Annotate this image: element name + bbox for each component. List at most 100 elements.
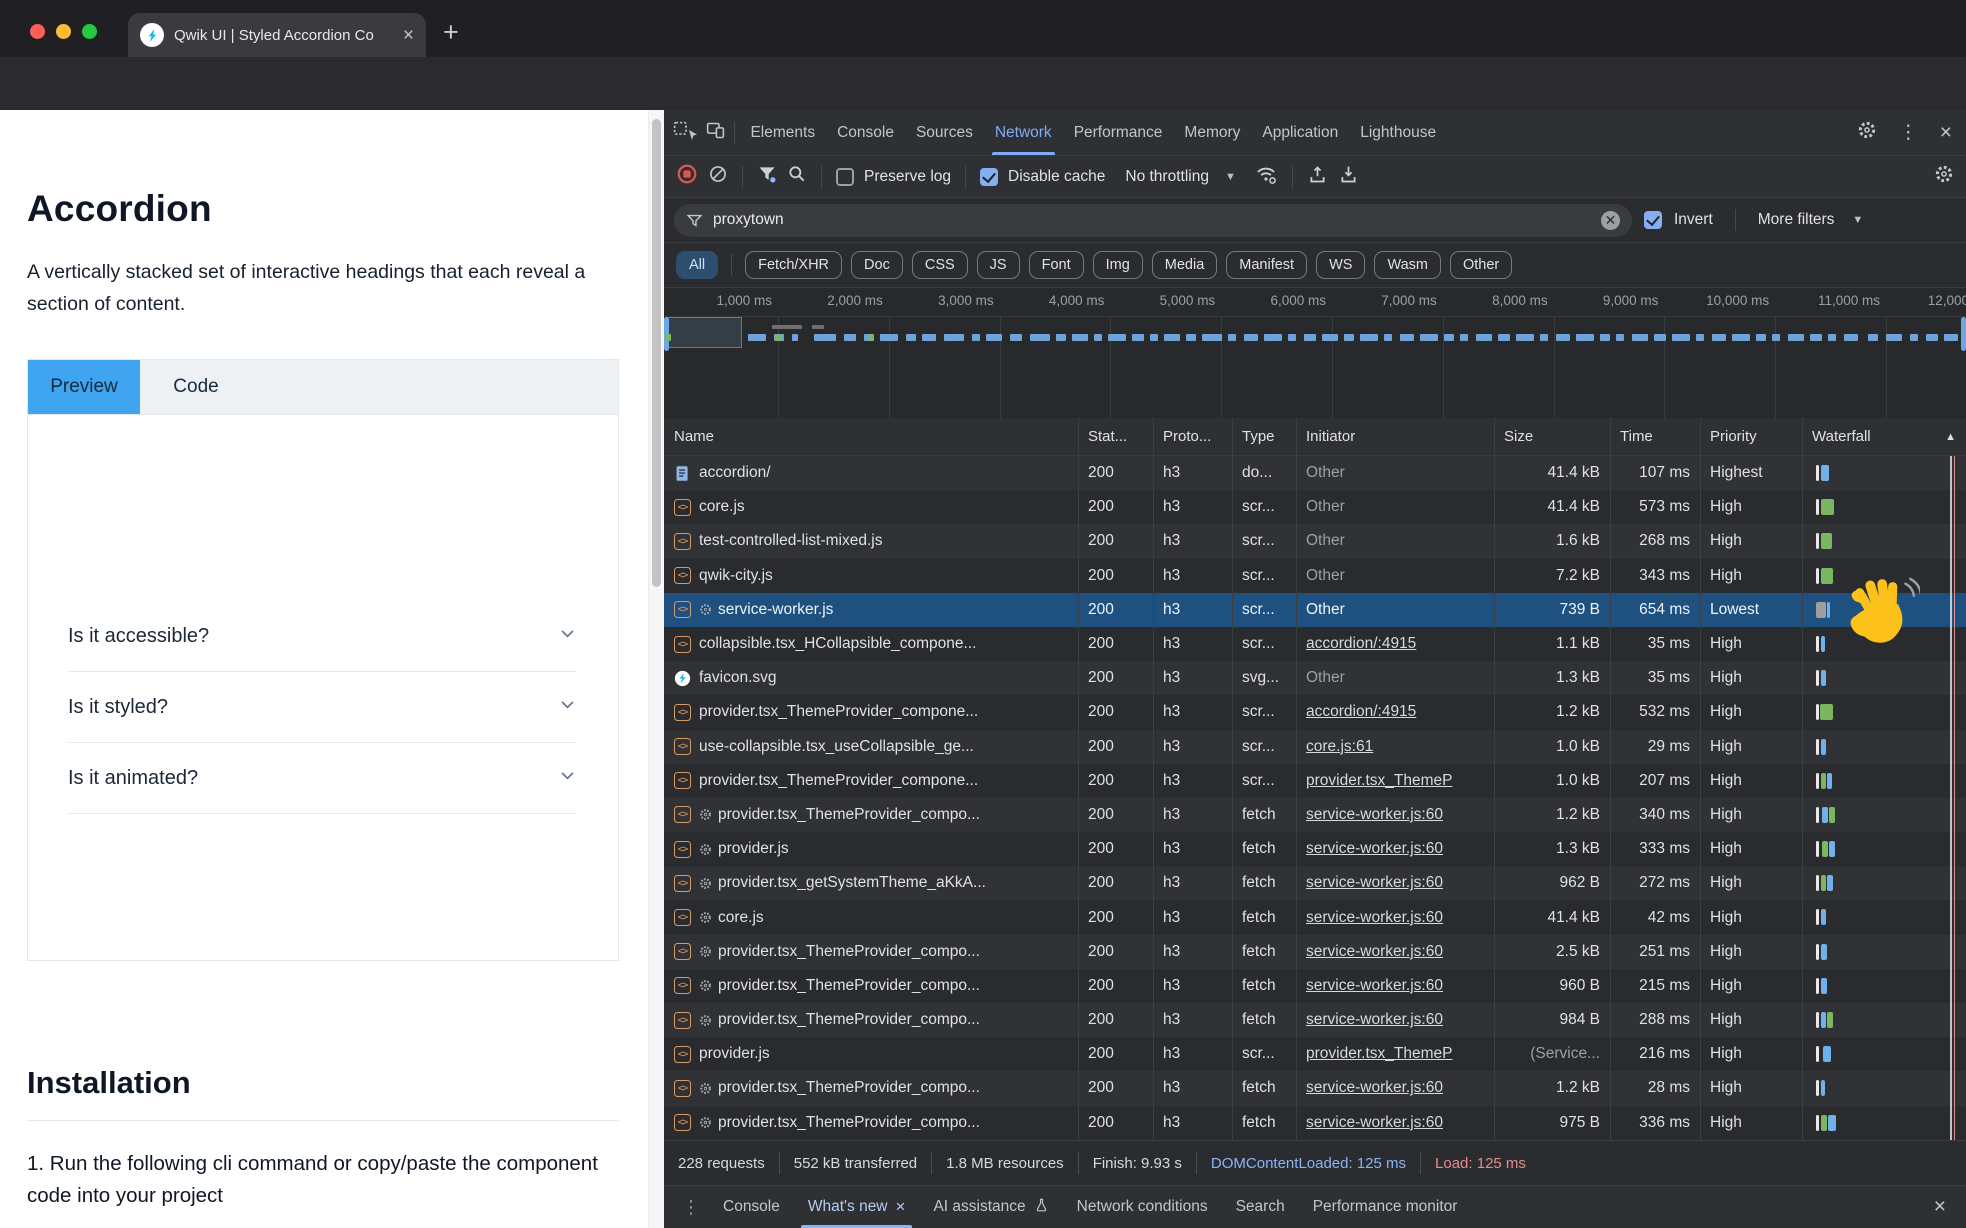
disable-cache-checkbox[interactable] [980, 168, 998, 186]
network-request-row[interactable]: <>provider.tsx_ThemeProvider_compo...200… [664, 798, 1966, 832]
drawer-tab-network-conditions[interactable]: Network conditions [1064, 1186, 1221, 1228]
timeline-overview[interactable] [664, 316, 1966, 420]
preserve-log-checkbox[interactable] [836, 168, 854, 186]
drawer-tab-close-icon[interactable]: × [896, 1197, 906, 1217]
devtools-settings-gear-icon[interactable] [1857, 120, 1877, 145]
network-request-row[interactable]: <>provider.js200h3fetchservice-worker.js… [664, 832, 1966, 866]
export-har-icon[interactable] [1338, 164, 1359, 190]
throttling-caret-icon[interactable]: ▼ [1225, 171, 1236, 183]
drawer-close-icon[interactable]: × [1924, 1195, 1956, 1219]
network-request-row[interactable]: <>provider.tsx_ThemeProvider_compo...200… [664, 969, 1966, 1003]
request-initiator-cell-text[interactable]: service-worker.js:60 [1306, 1079, 1443, 1097]
tab-close-icon[interactable]: × [403, 26, 414, 45]
column-header-time[interactable]: Time [1610, 418, 1700, 455]
network-request-row[interactable]: <>provider.js200h3scr...provider.tsx_The… [664, 1037, 1966, 1071]
filter-input-value[interactable]: proxytown [713, 211, 1591, 229]
network-request-row[interactable]: <>provider.tsx_ThemeProvider_compone...2… [664, 764, 1966, 798]
network-request-row[interactable]: <>provider.tsx_ThemeProvider_compo...200… [664, 1071, 1966, 1105]
request-initiator-cell-text[interactable]: service-worker.js:60 [1306, 943, 1443, 961]
overview-handle-right[interactable] [1961, 317, 1966, 351]
drawer-tab-what-s-new[interactable]: What's new× [795, 1186, 919, 1228]
page-scrollbar-thumb[interactable] [652, 119, 661, 587]
invert-label[interactable]: Invert [1674, 211, 1713, 229]
network-request-row[interactable]: <>collapsible.tsx_HCollapsible_compone..… [664, 627, 1966, 661]
devtools-tab-memory[interactable]: Memory [1173, 110, 1251, 155]
type-chip-manifest[interactable]: Manifest [1226, 251, 1307, 279]
tab-code[interactable]: Code [140, 360, 252, 414]
type-chip-wasm[interactable]: Wasm [1374, 251, 1441, 279]
filter-input[interactable]: proxytown ✕ [674, 204, 1632, 237]
network-request-row[interactable]: <>service-worker.js200h3scr...Other739 B… [664, 593, 1966, 627]
throttling-select[interactable]: No throttling [1125, 168, 1209, 186]
type-chip-ws[interactable]: WS [1316, 251, 1365, 279]
network-request-row[interactable]: <>provider.tsx_ThemeProvider_compo...200… [664, 935, 1966, 969]
drawer-tab-performance-monitor[interactable]: Performance monitor [1300, 1186, 1471, 1228]
filter-clear-icon[interactable]: ✕ [1601, 211, 1620, 230]
drawer-tab-console[interactable]: Console [710, 1186, 793, 1228]
drawer-tab-search[interactable]: Search [1223, 1186, 1298, 1228]
network-settings-gear-icon[interactable] [1934, 164, 1954, 189]
devtools-tab-performance[interactable]: Performance [1063, 110, 1174, 155]
network-request-row[interactable]: <>provider.tsx_ThemeProvider_compone...2… [664, 695, 1966, 729]
search-icon[interactable] [787, 164, 807, 189]
request-initiator-cell-text[interactable]: provider.tsx_ThemeP [1306, 772, 1452, 790]
request-initiator-cell-text[interactable]: core.js:61 [1306, 738, 1373, 756]
import-har-icon[interactable] [1307, 164, 1328, 190]
column-header-size[interactable]: Size [1494, 418, 1610, 455]
column-header-waterfall[interactable]: Waterfall▲ [1802, 418, 1966, 455]
device-toolbar-icon[interactable] [705, 120, 726, 146]
network-request-row[interactable]: <>test-controlled-list-mixed.js200h3scr.… [664, 524, 1966, 558]
network-request-row[interactable]: <>core.js200h3fetchservice-worker.js:604… [664, 900, 1966, 934]
record-network-log-icon[interactable] [676, 163, 698, 190]
drawer-kebab-icon[interactable]: ⋮ [674, 1197, 708, 1218]
request-initiator-cell-text[interactable]: accordion/:4915 [1306, 635, 1416, 653]
devtools-close-icon[interactable]: × [1940, 121, 1952, 145]
more-filters-button[interactable]: More filters [1758, 211, 1835, 229]
accordion-item-is-it-animated[interactable]: Is it animated? [68, 743, 576, 814]
network-request-row[interactable]: <>provider.tsx_getSystemTheme_aKkA...200… [664, 866, 1966, 900]
devtools-tab-console[interactable]: Console [826, 110, 905, 155]
accordion-item-is-it-styled[interactable]: Is it styled? [68, 672, 576, 743]
devtools-tab-elements[interactable]: Elements [739, 110, 826, 155]
window-close-button[interactable] [30, 24, 45, 39]
invert-checkbox[interactable] [1644, 211, 1662, 229]
request-initiator-cell-text[interactable]: service-worker.js:60 [1306, 874, 1443, 892]
window-minimize-button[interactable] [56, 24, 71, 39]
network-request-row[interactable]: <>provider.tsx_ThemeProvider_compo...200… [664, 1106, 1966, 1140]
tab-preview[interactable]: Preview [28, 360, 140, 414]
devtools-kebab-icon[interactable]: ⋮ [1891, 121, 1926, 144]
request-initiator-cell-text[interactable]: accordion/:4915 [1306, 703, 1416, 721]
type-chip-font[interactable]: Font [1029, 251, 1084, 279]
request-initiator-cell-text[interactable]: provider.tsx_ThemeP [1306, 1045, 1452, 1063]
column-header-initiator[interactable]: Initiator [1296, 418, 1494, 455]
devtools-tab-network[interactable]: Network [984, 110, 1063, 155]
drawer-tab-ai-assistance[interactable]: AI assistance [920, 1186, 1061, 1228]
column-header-name[interactable]: Name [664, 418, 1078, 455]
accordion-item-is-it-accessible[interactable]: Is it accessible? [68, 601, 576, 672]
network-request-row[interactable]: <>qwik-city.js200h3scr...Other7.2 kB343 … [664, 559, 1966, 593]
type-chip-media[interactable]: Media [1152, 251, 1218, 279]
more-filters-caret-icon[interactable]: ▼ [1852, 214, 1863, 226]
clear-network-log-icon[interactable] [708, 164, 728, 189]
type-chip-js[interactable]: JS [977, 251, 1020, 279]
window-zoom-button[interactable] [82, 24, 97, 39]
devtools-tab-sources[interactable]: Sources [905, 110, 984, 155]
column-header-type[interactable]: Type [1232, 418, 1296, 455]
network-conditions-icon[interactable] [1254, 162, 1278, 191]
type-chip-fetch-xhr[interactable]: Fetch/XHR [745, 251, 842, 279]
column-header-priority[interactable]: Priority [1700, 418, 1802, 455]
preserve-log-label[interactable]: Preserve log [864, 168, 951, 186]
column-header-stat[interactable]: Stat... [1078, 418, 1153, 455]
overview-selection[interactable] [666, 317, 742, 348]
type-chip-other[interactable]: Other [1450, 251, 1512, 279]
filter-funnel-icon[interactable] [757, 164, 777, 189]
request-initiator-cell-text[interactable]: service-worker.js:60 [1306, 977, 1443, 995]
request-initiator-cell-text[interactable]: service-worker.js:60 [1306, 1114, 1443, 1132]
devtools-tab-application[interactable]: Application [1251, 110, 1349, 155]
type-chip-all[interactable]: All [676, 251, 718, 279]
network-request-row[interactable]: <>core.js200h3scr...Other41.4 kB573 msHi… [664, 490, 1966, 524]
network-request-row[interactable]: <>use-collapsible.tsx_useCollapsible_ge.… [664, 730, 1966, 764]
type-chip-img[interactable]: Img [1093, 251, 1143, 279]
network-request-row[interactable]: <>provider.tsx_ThemeProvider_compo...200… [664, 1003, 1966, 1037]
browser-tab[interactable]: Qwik UI | Styled Accordion Co × [128, 13, 426, 57]
